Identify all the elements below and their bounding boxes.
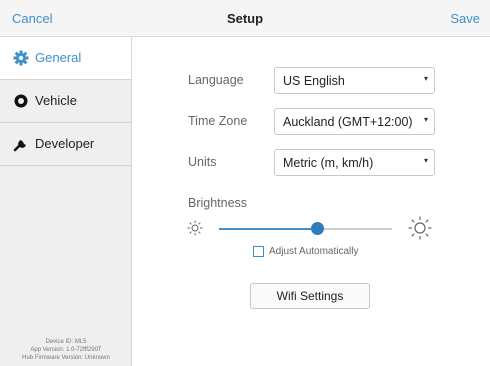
chevron-down-icon: ▾ (423, 156, 428, 165)
sidebar-item-general[interactable]: General (0, 37, 131, 80)
page-title: Setup (226, 11, 264, 26)
units-select[interactable]: Metric (m, km/h) ▾ (274, 149, 435, 176)
adjust-automatically-checkbox[interactable] (253, 246, 264, 257)
units-value: Metric (m, km/h) (283, 156, 374, 170)
wrench-icon (13, 140, 26, 152)
save-button[interactable]: Save (450, 11, 480, 26)
timezone-label: Time Zone (188, 114, 248, 128)
timezone-value: Auckland (GMT+12:00) (283, 115, 413, 129)
app-version-text: App Version: 1.0-72fff290T (30, 347, 102, 353)
units-label: Units (188, 155, 217, 169)
device-info: Device ID: ML5 App Version: 1.0-72fff290… (0, 338, 132, 362)
timezone-select[interactable]: Auckland (GMT+12:00) ▾ (274, 108, 435, 135)
sidebar-item-label: General (35, 50, 82, 65)
gear-icon (13, 50, 29, 66)
vehicle-icon (14, 94, 28, 108)
sidebar-item-developer[interactable]: Developer (0, 123, 131, 166)
language-value: US English (283, 74, 345, 88)
brightness-label: Brightness (188, 196, 248, 210)
sidebar: General Vehicle Developer Device ID: ML5… (0, 37, 132, 366)
hub-firmware-text: Hub Firmware Version: Unknown (22, 355, 110, 361)
device-id-text: Device ID: ML5 (45, 339, 87, 345)
chevron-down-icon: ▾ (423, 74, 428, 83)
top-bar: Cancel Setup Save (0, 0, 490, 37)
sidebar-item-vehicle[interactable]: Vehicle (0, 80, 131, 123)
sidebar-item-label: Developer (35, 136, 95, 151)
brightness-slider-thumb[interactable] (311, 222, 325, 235)
sun-large-icon (408, 216, 432, 240)
brightness-slider[interactable] (219, 222, 392, 235)
sidebar-item-label: Vehicle (35, 93, 77, 108)
language-label: Language (188, 73, 244, 87)
language-select[interactable]: US English ▾ (274, 67, 435, 94)
chevron-down-icon: ▾ (423, 115, 428, 124)
wifi-settings-button[interactable]: Wifi Settings (250, 283, 370, 309)
sun-small-icon (187, 220, 203, 236)
brightness-slider-fill (219, 228, 318, 230)
adjust-automatically-label[interactable]: Adjust Automatically (269, 246, 359, 257)
